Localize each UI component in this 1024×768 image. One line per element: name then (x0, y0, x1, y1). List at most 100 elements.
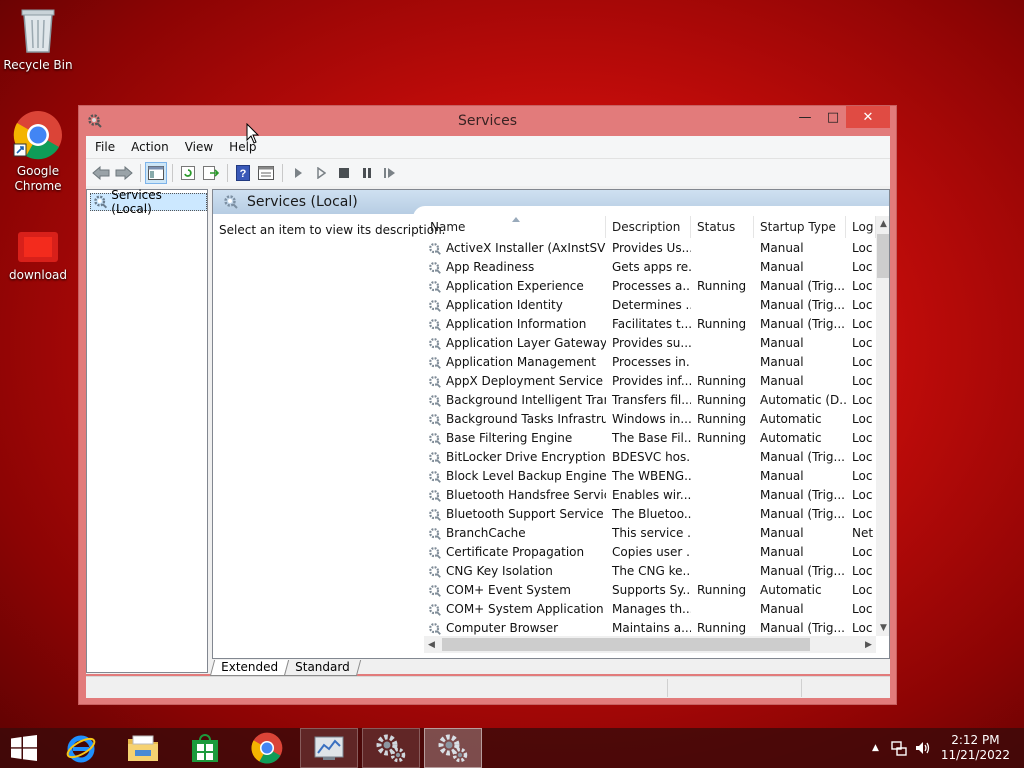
service-row[interactable]: COM+ Event System Supports Sy... Running Au… (424, 581, 876, 600)
service-row[interactable]: Bluetooth Handsfree Service Enables wir..… (424, 486, 876, 505)
service-row[interactable]: ActiveX Installer (AxInstSV) Provides Us.… (424, 239, 876, 258)
clock[interactable]: 2:12 PM 11/21/2022 (941, 733, 1010, 763)
taskbar-chrome[interactable] (238, 728, 296, 768)
service-row[interactable]: Certificate Propagation Copies user ... Ma… (424, 543, 876, 562)
service-gear-icon (429, 584, 441, 597)
column-header-log-on-as[interactable]: Log (846, 216, 876, 238)
service-row[interactable]: CNG Key Isolation The CNG ke... Manual (Tr… (424, 562, 876, 581)
service-row[interactable]: Base Filtering Engine The Base Fil... Runn… (424, 429, 876, 448)
column-header-status[interactable]: Status (691, 216, 754, 238)
service-description: The Bluetoo... (612, 507, 691, 521)
service-gear-icon (429, 318, 441, 331)
service-gear-icon (429, 394, 441, 407)
refresh-button[interactable] (177, 162, 199, 184)
menu-view[interactable]: View (176, 140, 220, 154)
taskbar-services[interactable] (362, 728, 420, 768)
tree-item-label: Services (Local) (111, 188, 162, 216)
chrome-icon (13, 111, 62, 160)
horizontal-scroll-thumb[interactable] (442, 638, 810, 651)
desktop-icon-chrome[interactable]: Google Chrome (0, 110, 76, 194)
service-row[interactable]: App Readiness Gets apps re... Manual Loc (424, 258, 876, 277)
scroll-up-arrow[interactable]: ▲ (876, 216, 889, 232)
service-log-on-as: Loc (852, 298, 873, 312)
service-row[interactable]: Bluetooth Support Service The Bluetoo... M… (424, 505, 876, 524)
start-service-alt-button[interactable] (310, 162, 332, 184)
taskbar-file-explorer[interactable] (114, 728, 172, 768)
column-header-startup-type[interactable]: Startup Type (754, 216, 846, 238)
export-list-button[interactable] (200, 162, 222, 184)
minimize-button[interactable]: — (790, 106, 820, 128)
service-startup-type: Manual (760, 526, 804, 540)
maximize-button[interactable]: □ (818, 106, 848, 128)
service-name-cell: Block Level Backup Engine ... (424, 467, 606, 486)
service-row[interactable]: BranchCache This service ... Manual Net (424, 524, 876, 543)
service-row[interactable]: Background Intelligent Tran... Transfers … (424, 391, 876, 410)
properties-button[interactable] (255, 162, 277, 184)
toolbar-separator (282, 163, 283, 182)
forward-button[interactable] (113, 162, 135, 184)
desktop-icon-recycle-bin[interactable]: Recycle Bin (0, 6, 76, 73)
gear-icon (94, 195, 108, 209)
service-startup-type: Manual (760, 545, 804, 559)
desktop-icon-label: download (8, 268, 68, 282)
tree-item-services-local[interactable]: Services (Local) (90, 188, 207, 216)
service-row[interactable]: Application Layer Gateway ... Provides su… (424, 334, 876, 353)
start-button[interactable] (0, 728, 48, 768)
pause-service-button[interactable] (356, 162, 378, 184)
network-icon[interactable] (891, 740, 907, 756)
service-gear-icon (429, 261, 441, 274)
service-row[interactable]: COM+ System Application Manages th... Manu… (424, 600, 876, 619)
vertical-scrollbar[interactable]: ▲ ▼ (876, 216, 889, 636)
service-name: ActiveX Installer (AxInstSV) (446, 241, 606, 255)
start-service-button[interactable] (287, 162, 309, 184)
service-row[interactable]: Application Management Processes in... Man… (424, 353, 876, 372)
scroll-right-arrow[interactable]: ▶ (861, 637, 876, 653)
service-log-on-as: Loc (852, 412, 873, 426)
service-row[interactable]: Background Tasks Infrastru... Windows in.… (424, 410, 876, 429)
horizontal-scrollbar[interactable]: ◀ ▶ (424, 636, 876, 653)
service-description: The Base Fil... (612, 431, 691, 445)
scroll-down-arrow[interactable]: ▼ (876, 620, 889, 636)
show-hide-console-tree-button[interactable] (145, 161, 167, 184)
service-description: The WBENG... (612, 469, 691, 483)
service-name-cell: Background Intelligent Tran... (424, 391, 606, 410)
scroll-left-arrow[interactable]: ◀ (424, 637, 439, 653)
service-row[interactable]: BitLocker Drive Encryption ... BDESVC hos… (424, 448, 876, 467)
title-bar[interactable]: Services — □ ✕ (79, 106, 896, 136)
back-button[interactable] (90, 162, 112, 184)
taskbar-internet-explorer[interactable] (52, 728, 110, 768)
service-row[interactable]: Computer Browser Maintains a... Running Man… (424, 619, 876, 636)
service-row[interactable]: Application Experience Processes a... Runn… (424, 277, 876, 296)
stop-service-button[interactable] (333, 162, 355, 184)
service-name: Block Level Backup Engine ... (446, 469, 606, 483)
client-area: Services (Local) Services (Local) Select… (86, 186, 890, 676)
close-button[interactable]: ✕ (846, 106, 890, 128)
tab-standard[interactable]: Standard (283, 660, 361, 676)
taskbar-store[interactable] (176, 728, 234, 768)
volume-icon[interactable] (915, 740, 931, 756)
service-row[interactable]: Block Level Backup Engine ... The WBENG..… (424, 467, 876, 486)
column-header-description[interactable]: Description (606, 216, 691, 238)
restart-service-button[interactable] (379, 162, 401, 184)
service-name-cell: Base Filtering Engine (424, 429, 606, 448)
help-button[interactable]: ? (232, 162, 254, 184)
menu-action[interactable]: Action (122, 140, 176, 154)
desktop-icon-download[interactable]: download (0, 228, 76, 283)
service-status: Running (697, 412, 747, 426)
service-status (691, 562, 754, 581)
service-description: Copies user ... (612, 545, 691, 559)
vertical-scroll-thumb[interactable] (877, 234, 889, 278)
status-bar (86, 676, 890, 698)
service-row[interactable]: Application Information Facilitates t... R… (424, 315, 876, 334)
service-row[interactable]: Application Identity Determines ... Manual… (424, 296, 876, 315)
taskbar-services-active[interactable] (424, 728, 482, 768)
desktop-icon-label: Google Chrome (14, 164, 62, 193)
service-name-cell: App Readiness (424, 258, 606, 277)
menu-file[interactable]: File (86, 140, 122, 154)
service-row[interactable]: AppX Deployment Service (... Provides inf… (424, 372, 876, 391)
service-description: BDESVC hos... (612, 450, 691, 464)
taskbar-server-manager[interactable] (300, 728, 358, 768)
console-tree-icon (148, 165, 164, 180)
tab-extended[interactable]: Extended (209, 660, 290, 676)
show-hidden-icons-chevron-icon[interactable]: ▲ (872, 743, 879, 753)
